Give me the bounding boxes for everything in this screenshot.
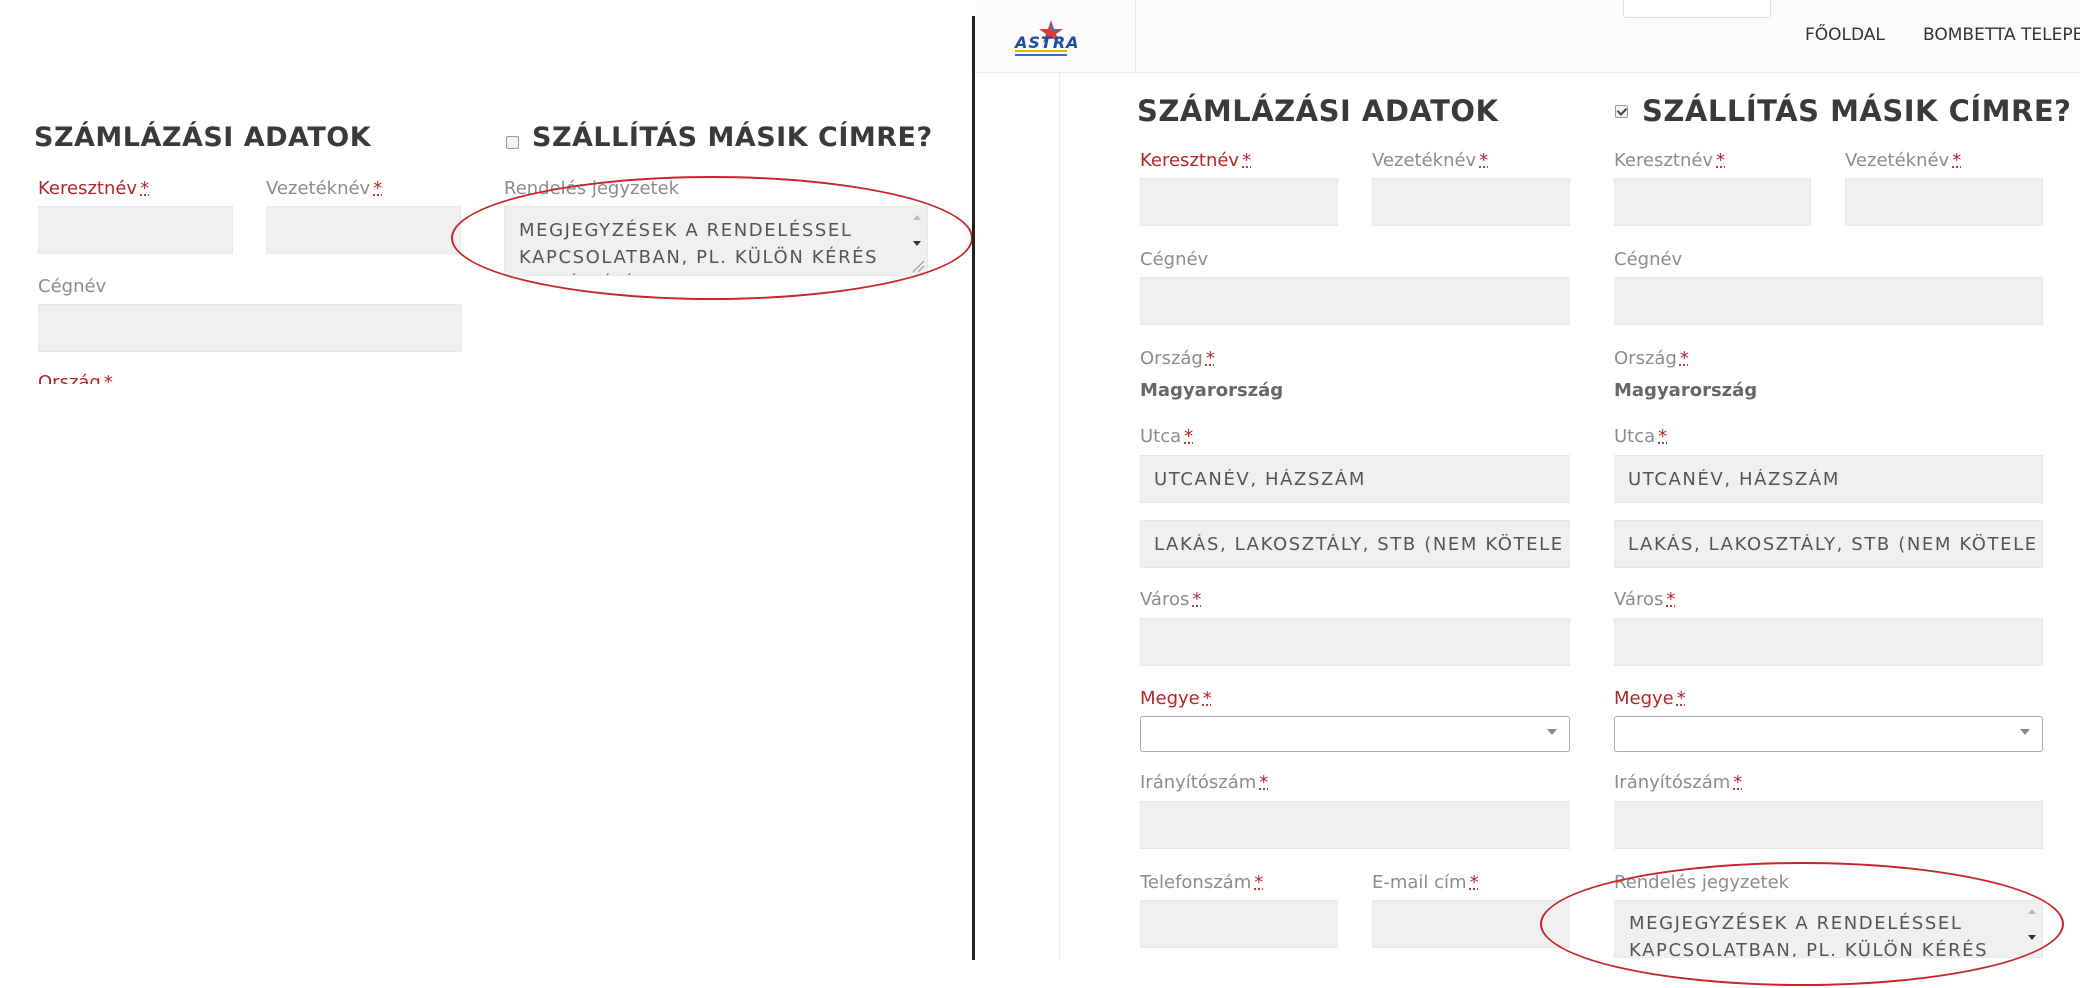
top-nav: ASTRA FŐOLDAL BOMBETTA TELEPE: [975, 0, 2080, 73]
highlight-ellipse: [1540, 862, 2064, 986]
billing-country-value: Magyarország: [1140, 380, 1284, 401]
shipping-last-name-field[interactable]: [1845, 178, 2043, 226]
billing-company-field[interactable]: [1140, 277, 1570, 325]
billing-city-field[interactable]: [1140, 618, 1570, 666]
last-name-field[interactable]: [266, 206, 461, 254]
billing-country-label: Ország *: [1140, 348, 1215, 369]
shipping-county-label: Megye *: [1614, 688, 1686, 709]
billing-phone-field[interactable]: [1140, 900, 1338, 948]
billing-apartment-field[interactable]: LAKÁS, LAKOSZTÁLY, STB (NEM KÖTELEZŐ): [1140, 520, 1570, 568]
last-name-label: Vezetéknév *: [266, 178, 383, 199]
shipping-country-value: Magyarország: [1614, 380, 1758, 401]
shipping-street-placeholder: UTCANÉV, HÁZSZÁM: [1628, 469, 1840, 490]
billing-company-label: Cégnév: [1140, 249, 1209, 270]
shipping-apartment-placeholder: LAKÁS, LAKOSZTÁLY, STB (NEM KÖTELEZŐ): [1628, 534, 2038, 555]
billing-street-placeholder: UTCANÉV, HÁZSZÁM: [1154, 469, 1366, 490]
shipping-heading: SZÁLLÍTÁS MÁSIK CÍMRE?: [1642, 94, 2072, 128]
nav-bombetta[interactable]: BOMBETTA TELEPE: [1923, 25, 2080, 45]
billing-heading: SZÁMLÁZÁSI ADATOK: [34, 122, 372, 153]
content-left-border: [1059, 72, 1060, 962]
chevron-down-icon: [2020, 729, 2030, 735]
billing-city-label: Város *: [1140, 589, 1202, 610]
logo[interactable]: ASTRA: [1013, 16, 1079, 58]
shipping-apartment-field[interactable]: LAKÁS, LAKOSZTÁLY, STB (NEM KÖTELEZŐ): [1614, 520, 2043, 568]
billing-heading: SZÁMLÁZÁSI ADATOK: [1137, 94, 1499, 128]
shipping-county-select[interactable]: [1614, 716, 2043, 752]
shipping-zip-field[interactable]: [1614, 801, 2043, 849]
top-box: [1623, 0, 1771, 18]
billing-zip-label: Irányítószám *: [1140, 772, 1269, 793]
shipping-city-field[interactable]: [1614, 618, 2043, 666]
required-mark: *: [140, 178, 150, 199]
billing-phone-label: Telefonszám *: [1140, 872, 1264, 893]
billing-email-label: E-mail cím *: [1372, 872, 1479, 893]
logo-text: ASTRA: [1015, 33, 1080, 52]
company-label: Cégnév: [38, 276, 107, 297]
nav-home[interactable]: FŐOLDAL: [1805, 25, 1885, 45]
first-name-label: Keresztnév *: [38, 178, 150, 199]
shipping-company-field[interactable]: [1614, 277, 2043, 325]
billing-county-label: Megye *: [1140, 688, 1212, 709]
billing-street-field[interactable]: UTCANÉV, HÁZSZÁM: [1140, 455, 1570, 503]
billing-apartment-placeholder: LAKÁS, LAKOSZTÁLY, STB (NEM KÖTELEZŐ): [1154, 534, 1564, 555]
country-label-cropped: Ország *: [38, 372, 113, 384]
shipping-heading: SZÁLLÍTÁS MÁSIK CÍMRE?: [532, 122, 933, 153]
shipping-last-name-label: Vezetéknév *: [1845, 150, 1962, 171]
billing-last-name-label: Vezetéknév *: [1372, 150, 1489, 171]
shipping-zip-label: Irányítószám *: [1614, 772, 1743, 793]
shipping-first-name-label: Keresztnév *: [1614, 150, 1726, 171]
required-mark: *: [373, 178, 383, 199]
billing-first-name-field[interactable]: [1140, 178, 1338, 226]
billing-zip-field[interactable]: [1140, 801, 1570, 849]
shipping-checkbox[interactable]: [1615, 105, 1628, 118]
shipping-country-label: Ország *: [1614, 348, 1689, 369]
billing-county-select[interactable]: [1140, 716, 1570, 752]
shipping-street-field[interactable]: UTCANÉV, HÁZSZÁM: [1614, 455, 2043, 503]
nav-separator: [1135, 0, 1136, 72]
shipping-city-label: Város *: [1614, 589, 1676, 610]
first-name-field[interactable]: [38, 206, 233, 254]
highlight-ellipse: [451, 176, 973, 300]
billing-street-label: Utca *: [1140, 426, 1194, 447]
shipping-checkbox[interactable]: [506, 136, 519, 149]
shipping-street-label: Utca *: [1614, 426, 1668, 447]
company-field[interactable]: [38, 304, 462, 352]
right-panel: ASTRA FŐOLDAL BOMBETTA TELEPE SZÁMLÁZÁSI…: [975, 0, 2080, 988]
left-panel: SZÁMLÁZÁSI ADATOK SZÁLLÍTÁS MÁSIK CÍMRE?…: [0, 0, 973, 988]
shipping-first-name-field[interactable]: [1614, 178, 1811, 226]
billing-first-name-label: Keresztnév *: [1140, 150, 1252, 171]
shipping-company-label: Cégnév: [1614, 249, 1683, 270]
billing-last-name-field[interactable]: [1372, 178, 1570, 226]
chevron-down-icon: [1547, 729, 1557, 735]
